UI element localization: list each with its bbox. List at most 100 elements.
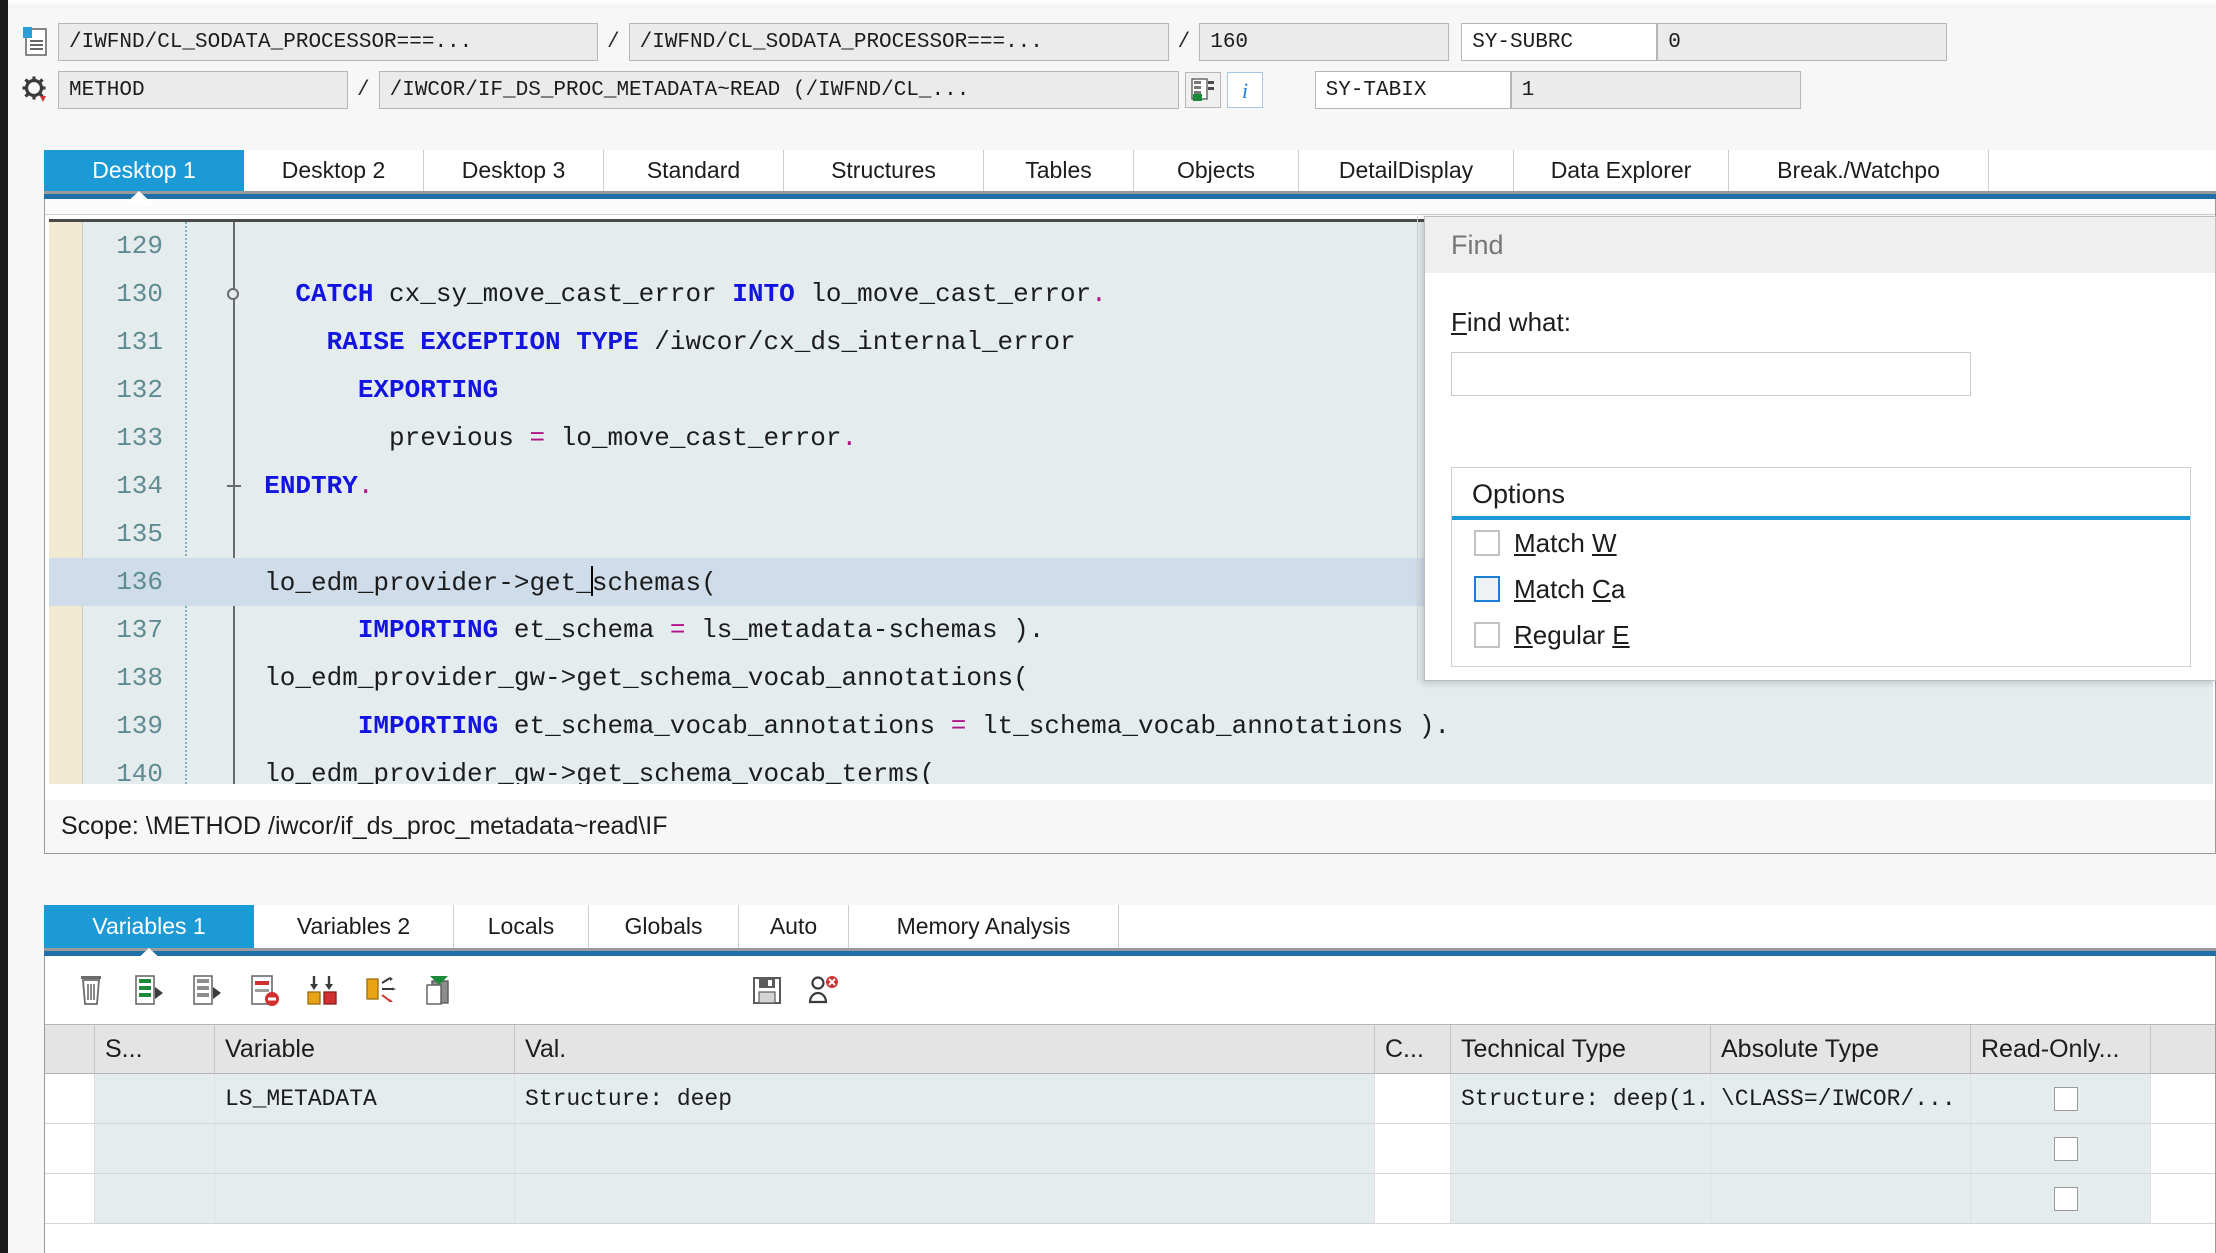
export-icon[interactable] bbox=[801, 968, 845, 1012]
delete-icon[interactable] bbox=[69, 968, 113, 1012]
event-type-field[interactable]: METHOD bbox=[58, 71, 348, 109]
variables-tab-auto[interactable]: Auto bbox=[739, 905, 849, 948]
read-only-cell[interactable] bbox=[1971, 1174, 2151, 1223]
delete-row-icon[interactable] bbox=[243, 968, 287, 1012]
find-what-input[interactable] bbox=[1451, 352, 1971, 396]
checkbox[interactable] bbox=[1474, 576, 1500, 602]
line-number-field[interactable]: 160 bbox=[1199, 23, 1450, 61]
desktop-tab-structures[interactable]: Structures bbox=[784, 150, 984, 191]
column-header[interactable]: Val. bbox=[515, 1025, 1375, 1073]
table-row[interactable] bbox=[45, 1124, 2215, 1174]
code-token: CATCH bbox=[295, 279, 374, 309]
insert-row-below-icon[interactable] bbox=[185, 968, 229, 1012]
variables-tab-locals[interactable]: Locals bbox=[454, 905, 589, 948]
table-row[interactable] bbox=[45, 1174, 2215, 1224]
save-icon[interactable] bbox=[745, 968, 789, 1012]
code-line-text: IMPORTING et_schema = ls_metadata-schema… bbox=[219, 615, 1045, 645]
code-line-number: 129 bbox=[116, 231, 163, 261]
variables-tab-active-arrow bbox=[134, 948, 164, 962]
desktop-tab-tables[interactable]: Tables bbox=[984, 150, 1134, 191]
desktop-tab-objects[interactable]: Objects bbox=[1134, 150, 1299, 191]
find-option-row[interactable]: Match Ca bbox=[1452, 566, 2190, 612]
compare-variables-icon[interactable] bbox=[301, 968, 345, 1012]
table-row[interactable]: LS_METADATA Structure: deep Structure: dee… bbox=[45, 1074, 2215, 1124]
column-header[interactable]: S... bbox=[95, 1025, 215, 1073]
window-left-edge bbox=[0, 0, 8, 1253]
read-only-cell[interactable] bbox=[1971, 1074, 2151, 1123]
code-token: lo_edm_provider_gw->get_schema_vocab_ann… bbox=[233, 663, 1029, 693]
event-name-field[interactable]: /IWCOR/IF_DS_PROC_METADATA~READ (/IWFND/… bbox=[378, 71, 1179, 109]
event-separator: / bbox=[357, 78, 370, 102]
desktop-tab-standard[interactable]: Standard bbox=[604, 150, 784, 191]
desktop-tab-active-arrow bbox=[124, 191, 154, 205]
info-icon[interactable]: i bbox=[1226, 72, 1263, 108]
read-only-checkbox[interactable] bbox=[2053, 1136, 2078, 1161]
desktop-tab-break-watchpo[interactable]: Break./Watchpo bbox=[1729, 150, 1989, 191]
variables-tab-variables-2[interactable]: Variables 2 bbox=[254, 905, 454, 948]
read-only-cell[interactable] bbox=[1971, 1124, 2151, 1173]
desktop-tab-data-explorer[interactable]: Data Explorer bbox=[1514, 150, 1729, 191]
desktop-tab-desktop-1[interactable]: Desktop 1 bbox=[44, 150, 244, 191]
copy-to-clipboard-icon[interactable] bbox=[417, 968, 461, 1012]
variables-tab-bar: Variables 1 Variables 2 Locals Globals Auto M… bbox=[44, 905, 2216, 951]
code-token: . bbox=[841, 423, 858, 453]
technical-type-cell bbox=[1451, 1174, 1711, 1223]
sy-subrc-value[interactable]: 0 bbox=[1657, 23, 1948, 61]
variables-toolbar-left-group bbox=[69, 968, 461, 1012]
sy-subrc-label: SY-SUBRC bbox=[1461, 23, 1658, 61]
insert-row-icon[interactable] bbox=[127, 968, 171, 1012]
program-separator-1: / bbox=[607, 30, 620, 54]
column-header[interactable] bbox=[45, 1025, 95, 1073]
code-line-text: lo_edm_provider->get_schemas( bbox=[219, 566, 717, 598]
code-line-text: lo_edm_provider_gw->get_schema_vocab_ter… bbox=[219, 759, 935, 784]
call-stack-icon[interactable] bbox=[1184, 72, 1221, 108]
code-token: INTO bbox=[732, 279, 795, 309]
code-token: IMPORTING bbox=[357, 615, 499, 645]
code-token: previous bbox=[233, 423, 530, 453]
desktop-tab-detaildisplay[interactable]: DetailDisplay bbox=[1299, 150, 1514, 191]
column-header[interactable]: C... bbox=[1375, 1025, 1451, 1073]
code-token: RAISE EXCEPTION TYPE bbox=[326, 327, 639, 357]
column-header[interactable]: Variable bbox=[215, 1025, 515, 1073]
fold-dash-icon[interactable] bbox=[227, 485, 241, 487]
read-only-checkbox[interactable] bbox=[2053, 1186, 2078, 1211]
code-line-number: 140 bbox=[116, 759, 163, 784]
variables-tab-variables-1[interactable]: Variables 1 bbox=[44, 905, 254, 948]
include-name-field[interactable]: /IWFND/CL_SODATA_PROCESSOR===... bbox=[628, 23, 1169, 61]
sy-tabix-value[interactable]: 1 bbox=[1510, 71, 1801, 109]
find-option-row[interactable]: Match W bbox=[1452, 520, 2190, 566]
code-line[interactable]: 139 IMPORTING et_schema_vocab_annotation… bbox=[49, 702, 2213, 750]
fold-circle-icon[interactable] bbox=[227, 288, 239, 300]
variables-tab-globals[interactable]: Globals bbox=[589, 905, 739, 948]
code-token: IMPORTING bbox=[357, 711, 499, 741]
code-line-number: 135 bbox=[116, 519, 163, 549]
find-what-label: Find what: bbox=[1451, 307, 1571, 337]
variable-name-cell bbox=[215, 1124, 515, 1173]
read-only-checkbox[interactable] bbox=[2053, 1086, 2078, 1111]
desktop-tab-desktop-2[interactable]: Desktop 2 bbox=[244, 150, 424, 191]
change-value-icon[interactable] bbox=[359, 968, 403, 1012]
column-header[interactable]: Absolute Type bbox=[1711, 1025, 1971, 1073]
row-selector bbox=[45, 1074, 95, 1123]
program-stack-icon bbox=[18, 24, 52, 60]
code-line-text: CATCH cx_sy_move_cast_error INTO lo_move… bbox=[219, 279, 1106, 309]
checkbox[interactable] bbox=[1474, 530, 1500, 556]
find-dialog-body: Find what: Options Match W Match Ca Regula… bbox=[1425, 307, 2215, 667]
column-header[interactable]: Read-Only... bbox=[1971, 1025, 2151, 1073]
find-options-list: Match W Match Ca Regular E bbox=[1452, 520, 2190, 658]
code-line[interactable]: 140 lo_edm_provider_gw->get_schema_vocab… bbox=[49, 750, 2213, 784]
desktop-tab-desktop-3[interactable]: Desktop 3 bbox=[424, 150, 604, 191]
checkbox[interactable] bbox=[1474, 622, 1500, 648]
variables-table-header: S... Variable Val. C... Technical Type Absolu… bbox=[45, 1024, 2215, 1074]
variable-name-cell: LS_METADATA bbox=[215, 1074, 515, 1123]
column-header[interactable]: Technical Type bbox=[1451, 1025, 1711, 1073]
variables-tab-memory-analysis[interactable]: Memory Analysis bbox=[849, 905, 1119, 948]
code-line-number: 130 bbox=[116, 279, 163, 309]
settings-gear-icon[interactable] bbox=[18, 72, 52, 108]
find-option-row[interactable]: Regular E bbox=[1452, 612, 2190, 658]
svg-text:i: i bbox=[1242, 78, 1248, 103]
code-token: lo_move_cast_error bbox=[545, 423, 842, 453]
program-name-field[interactable]: /IWFND/CL_SODATA_PROCESSOR===... bbox=[58, 23, 598, 61]
variables-table-body: LS_METADATA Structure: deep Structure: dee… bbox=[45, 1074, 2215, 1224]
